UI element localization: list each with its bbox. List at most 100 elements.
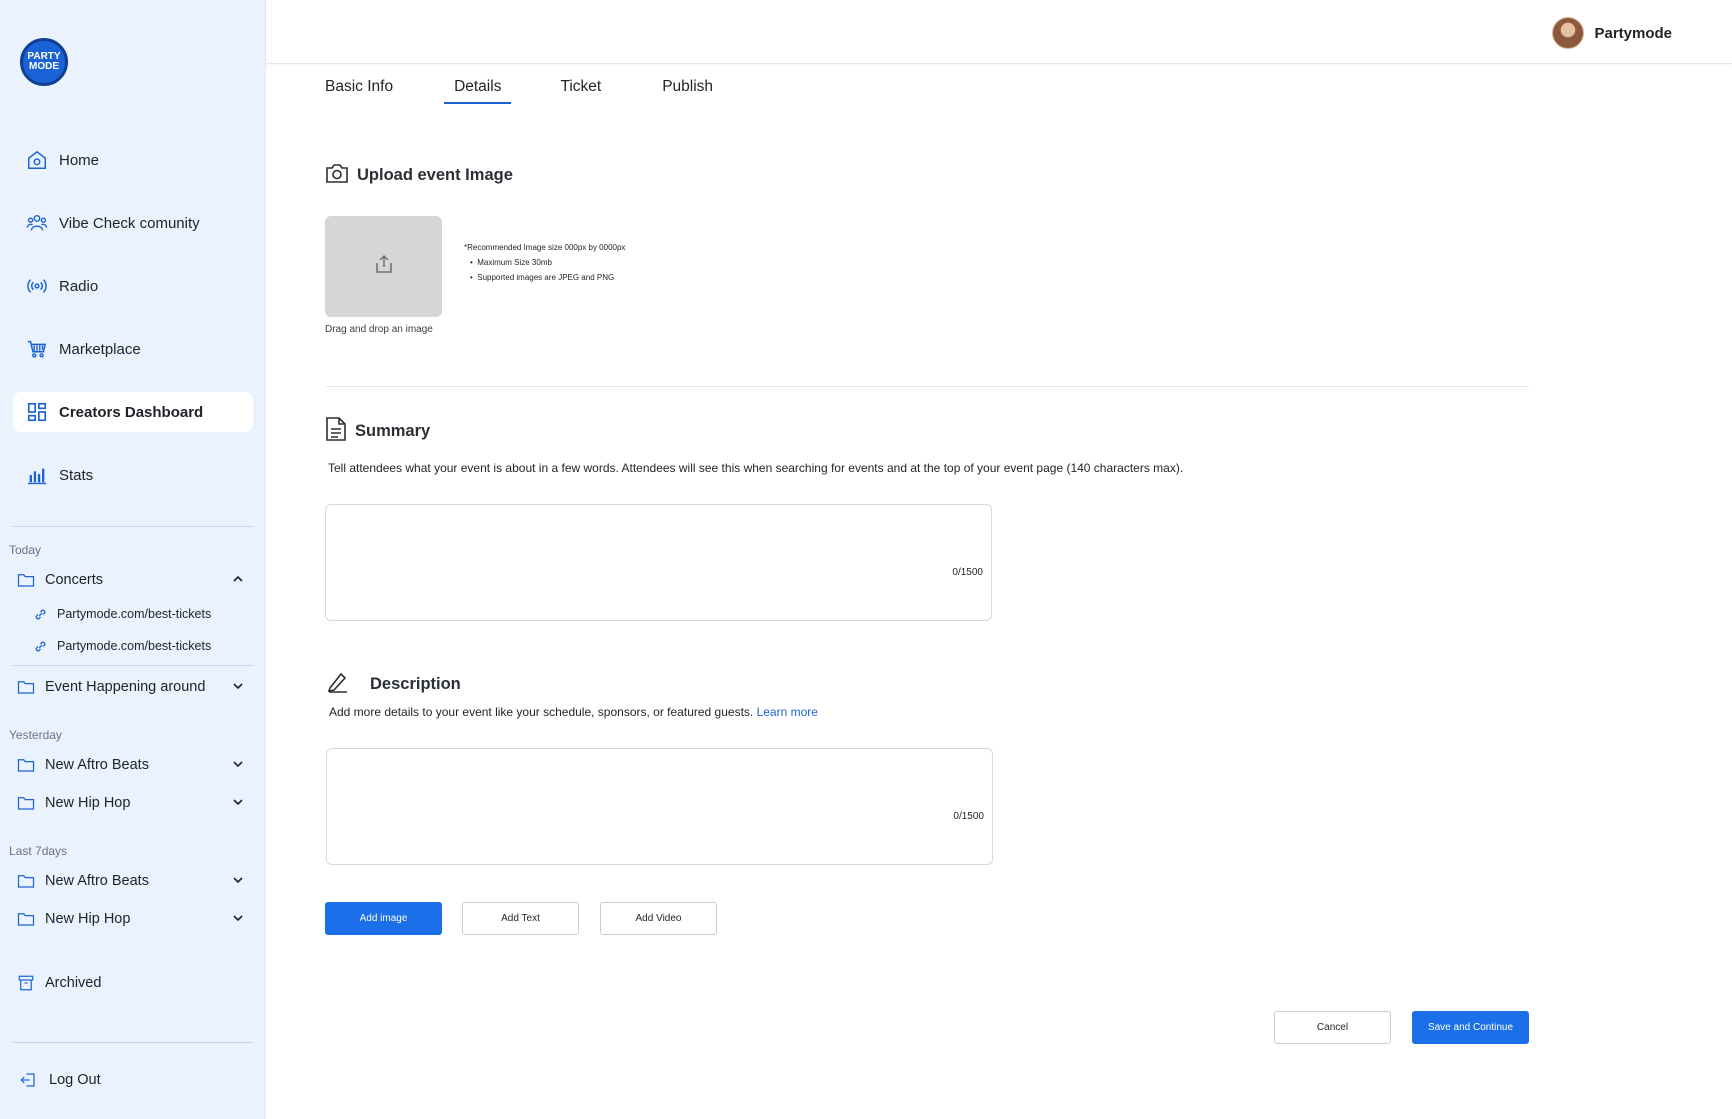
nav-stats-label: Stats (59, 466, 94, 484)
folder-icon (17, 756, 35, 774)
dashboard-icon (25, 400, 49, 424)
description-help: Add more details to your event like your… (329, 705, 754, 719)
learn-more-link[interactable]: Learn more (757, 705, 818, 719)
chevron-down-icon[interactable] (231, 873, 245, 887)
folder-icon (17, 678, 35, 696)
username: Partymode (1594, 24, 1672, 42)
folder-icon (17, 910, 35, 928)
chevron-down-icon[interactable] (231, 795, 245, 809)
summary-section-title: Summary (325, 416, 430, 447)
top-bar: Partymode (266, 0, 1732, 64)
add-image-button[interactable]: Add image (325, 902, 442, 935)
folder-hip-hop-2[interactable]: New Hip Hop (17, 905, 253, 933)
chevron-down-icon[interactable] (231, 679, 245, 693)
archived-item[interactable]: Archived (17, 969, 253, 997)
folder-hip-hop-1-label: New Hip Hop (45, 795, 131, 811)
tab-publish[interactable]: Publish (662, 78, 713, 104)
cancel-button[interactable]: Cancel (1274, 1011, 1391, 1044)
nav-vibe-check-label: Vibe Check comunity (59, 214, 200, 232)
radio-icon (25, 274, 49, 298)
archive-icon (17, 974, 35, 992)
folder-aftro-beats-2-label: New Aftro Beats (45, 873, 149, 889)
tab-ticket[interactable]: Ticket (560, 78, 601, 104)
nav-home[interactable]: Home (13, 140, 253, 180)
nav-stats[interactable]: Stats (13, 455, 253, 495)
description-help-text: Add more details to your event like your… (329, 705, 818, 719)
nav-vibe-check[interactable]: Vibe Check comunity (13, 203, 253, 243)
requirement-item: • Maximum Size 30mb (470, 258, 552, 267)
folder-aftro-beats-1[interactable]: New Aftro Beats (17, 751, 253, 779)
nav-marketplace-label: Marketplace (59, 340, 141, 358)
upload-icon (372, 252, 396, 281)
logout-item[interactable]: Log Out (19, 1066, 255, 1094)
folder-hip-hop-2-label: New Hip Hop (45, 911, 131, 927)
link-best-tickets-1-label: Partymode.com/best-tickets (57, 607, 212, 621)
home-icon (25, 148, 49, 172)
camera-icon (325, 162, 349, 189)
group-today: Today (9, 543, 42, 557)
sidebar: PARTY MODE Home Vibe Check comunity Radi… (0, 0, 266, 1119)
folder-icon (17, 872, 35, 890)
summary-help-text: Tell attendees what your event is about … (328, 461, 1184, 475)
image-upload-dropzone[interactable] (325, 216, 442, 317)
sidebar-divider (13, 665, 253, 666)
requirement-title: *Recommended Image size 000px by 0000px (464, 243, 626, 252)
user-menu[interactable]: Partymode (1552, 17, 1672, 49)
add-text-button[interactable]: Add Text (462, 902, 579, 935)
upload-hint: Drag and drop an image (325, 324, 433, 335)
step-tabs: Basic Info Details Ticket Publish (325, 78, 713, 104)
section-divider (326, 386, 1529, 387)
summary-textarea[interactable]: 0/1500 (325, 504, 992, 621)
folder-event-happening[interactable]: Event Happening around (17, 673, 253, 701)
logout-label: Log Out (49, 1072, 101, 1088)
description-section-title: Description (326, 670, 461, 699)
add-video-button[interactable]: Add Video (600, 902, 717, 935)
chevron-down-icon[interactable] (231, 757, 245, 771)
folder-event-happening-label: Event Happening around (45, 679, 206, 695)
folder-icon (17, 794, 35, 812)
tab-basic-info[interactable]: Basic Info (325, 78, 393, 104)
description-title: Description (370, 675, 461, 693)
document-icon (325, 416, 347, 447)
description-textarea[interactable]: 0/1500 (326, 748, 993, 865)
upload-section-title: Upload event Image (325, 162, 513, 189)
upload-requirements: *Recommended Image size 000px by 0000px … (464, 240, 625, 285)
save-and-continue-button[interactable]: Save and Continue (1412, 1011, 1529, 1044)
group-last-7days: Last 7days (9, 844, 68, 858)
sidebar-divider (13, 526, 253, 527)
chevron-up-icon[interactable] (231, 572, 245, 586)
upload-title: Upload event Image (357, 166, 513, 184)
folder-icon (17, 571, 35, 589)
cart-icon (25, 337, 49, 361)
avatar[interactable] (1552, 17, 1585, 49)
chevron-down-icon[interactable] (231, 911, 245, 925)
nav-home-label: Home (59, 151, 100, 169)
nav-radio[interactable]: Radio (13, 266, 253, 306)
archived-label: Archived (45, 975, 102, 991)
folder-aftro-beats-2[interactable]: New Aftro Beats (17, 867, 253, 895)
nav-creators-dashboard-label: Creators Dashboard (59, 403, 204, 421)
summary-char-counter: 0/1500 (952, 567, 983, 578)
requirement-item: • Supported images are JPEG and PNG (470, 273, 615, 282)
summary-title: Summary (355, 422, 431, 440)
logo-text-2: MODE (29, 61, 59, 72)
folder-aftro-beats-1-label: New Aftro Beats (45, 757, 149, 773)
nav-marketplace[interactable]: Marketplace (13, 329, 253, 369)
folder-concerts[interactable]: Concerts (17, 566, 253, 594)
group-yesterday: Yesterday (9, 728, 62, 742)
logout-icon (19, 1071, 37, 1089)
tab-details[interactable]: Details (443, 78, 512, 104)
folder-concerts-label: Concerts (45, 572, 104, 588)
sidebar-divider (13, 1042, 253, 1043)
nav-creators-dashboard[interactable]: Creators Dashboard (13, 392, 253, 432)
folder-hip-hop-1[interactable]: New Hip Hop (17, 789, 253, 817)
link-icon (33, 638, 49, 654)
link-best-tickets-1[interactable]: Partymode.com/best-tickets (33, 603, 211, 625)
nav-radio-label: Radio (59, 277, 99, 295)
community-icon (25, 211, 49, 235)
pen-icon (326, 670, 350, 699)
link-best-tickets-2[interactable]: Partymode.com/best-tickets (33, 635, 211, 657)
stats-icon (25, 463, 49, 487)
partymode-logo[interactable]: PARTY MODE (20, 38, 68, 86)
link-best-tickets-2-label: Partymode.com/best-tickets (57, 639, 212, 653)
